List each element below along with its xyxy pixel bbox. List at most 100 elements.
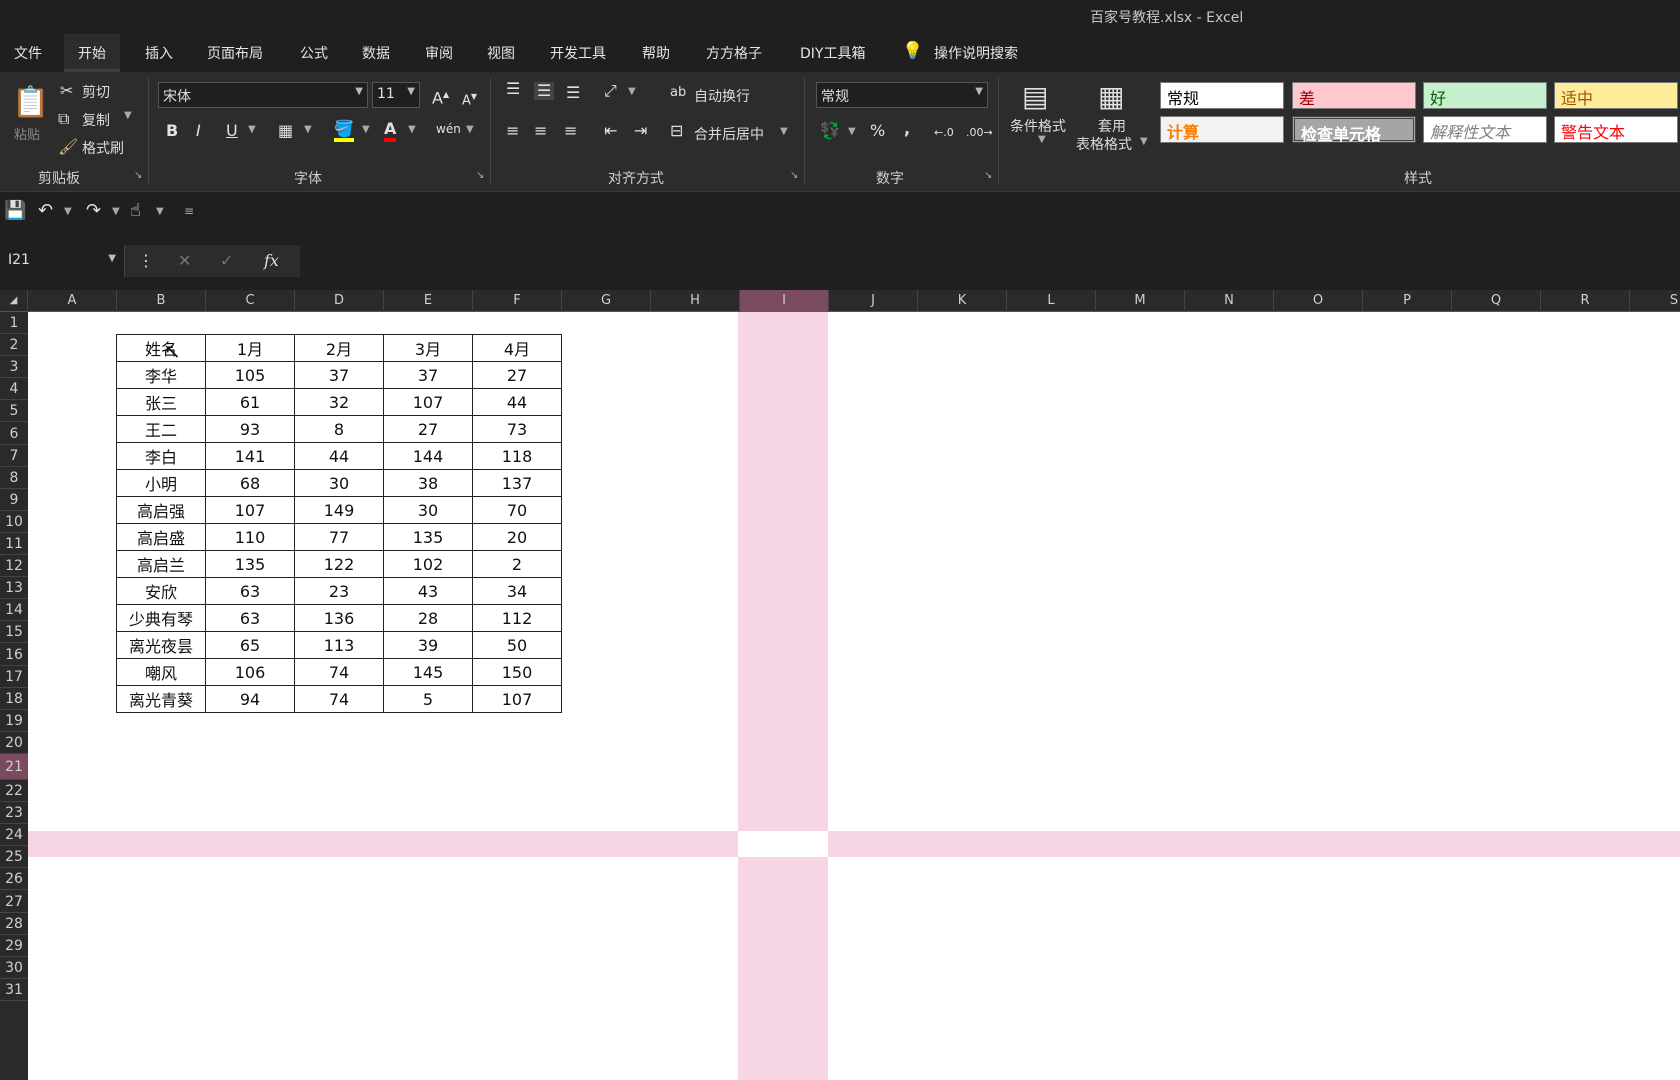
save-icon[interactable]: 💾: [4, 202, 26, 220]
table-cell-value[interactable]: 112: [472, 604, 562, 632]
column-header-a[interactable]: A: [28, 290, 117, 312]
copy-dropdown-icon[interactable]: ▼: [124, 110, 132, 121]
table-cell-value[interactable]: 39: [383, 631, 473, 659]
bold-button[interactable]: B: [166, 122, 178, 140]
row-header-13[interactable]: 13: [0, 577, 28, 600]
table-cell-value[interactable]: 141: [205, 442, 295, 470]
table-cell-value[interactable]: 105: [205, 361, 295, 389]
table-cell-value[interactable]: 27: [472, 361, 562, 389]
table-header-cell[interactable]: 3月: [383, 334, 473, 362]
table-cell-value[interactable]: 27: [383, 415, 473, 443]
font-size-select[interactable]: 11 ▼: [372, 82, 420, 108]
table-cell-name[interactable]: 离光青葵: [116, 685, 206, 713]
table-cell-value[interactable]: 50: [472, 631, 562, 659]
row-header-28[interactable]: 28: [0, 913, 28, 935]
borders-icon[interactable]: ▦: [278, 122, 293, 140]
table-header-cell[interactable]: 2月: [294, 334, 384, 362]
align-bottom-icon[interactable]: ☰: [566, 84, 580, 102]
table-format-button[interactable]: 表格格式: [1076, 134, 1132, 154]
row-header-29[interactable]: 29: [0, 935, 28, 957]
table-header-cell[interactable]: 1月: [205, 334, 295, 362]
table-cell-name[interactable]: 李华: [116, 361, 206, 389]
table-cell-value[interactable]: 70: [472, 496, 562, 524]
clipboard-launcher-icon[interactable]: ↘: [134, 170, 142, 181]
percent-button[interactable]: %: [870, 122, 885, 140]
table-cell-value[interactable]: 94: [205, 685, 295, 713]
redo-dropdown-icon[interactable]: ▼: [112, 206, 120, 217]
row-header-21[interactable]: 21: [0, 754, 28, 780]
merge-dropdown-icon[interactable]: ▼: [780, 126, 788, 137]
table-cell-name[interactable]: 高启兰: [116, 550, 206, 578]
table-cell-value[interactable]: 32: [294, 388, 384, 416]
table-cell-name[interactable]: 王二: [116, 415, 206, 443]
table-cell-value[interactable]: 38: [383, 469, 473, 497]
row-header-25[interactable]: 25: [0, 846, 28, 869]
undo-icon[interactable]: ↶: [38, 202, 53, 220]
tab-help[interactable]: 帮助: [642, 43, 670, 63]
touch-mode-icon[interactable]: ☝: [130, 202, 141, 220]
tab-view[interactable]: 视图: [487, 43, 515, 63]
column-header-l[interactable]: L: [1007, 290, 1096, 312]
table-cell-value[interactable]: 44: [472, 388, 562, 416]
align-top-icon[interactable]: ☰: [506, 80, 520, 98]
table-cell-value[interactable]: 107: [205, 496, 295, 524]
table-cell-value[interactable]: 145: [383, 658, 473, 686]
row-header-5[interactable]: 5: [0, 400, 28, 423]
column-header-f[interactable]: F: [473, 290, 562, 312]
row-header-17[interactable]: 17: [0, 666, 28, 688]
paste-icon[interactable]: 📋: [12, 86, 49, 120]
increase-font-icon[interactable]: A▲: [432, 86, 449, 107]
tab-review[interactable]: 审阅: [425, 43, 453, 63]
column-header-m[interactable]: M: [1096, 290, 1185, 312]
align-middle-icon[interactable]: ☰: [534, 82, 555, 100]
italic-button[interactable]: I: [196, 122, 201, 140]
row-header-9[interactable]: 9: [0, 489, 28, 511]
style-normal[interactable]: 常规: [1160, 82, 1284, 109]
table-cell-value[interactable]: 106: [205, 658, 295, 686]
column-header-n[interactable]: N: [1185, 290, 1274, 312]
table-cell-value[interactable]: 61: [205, 388, 295, 416]
table-cell-value[interactable]: 37: [294, 361, 384, 389]
tab-home[interactable]: 开始: [64, 34, 120, 72]
column-header-e[interactable]: E: [384, 290, 473, 312]
table-cell-value[interactable]: 107: [383, 388, 473, 416]
column-header-q[interactable]: Q: [1452, 290, 1541, 312]
table-cell-name[interactable]: 高启盛: [116, 523, 206, 551]
align-center-icon[interactable]: ≡: [534, 122, 547, 140]
merge-center-button[interactable]: 合并后居中: [694, 124, 764, 144]
table-cell-value[interactable]: 135: [383, 523, 473, 551]
cancel-icon[interactable]: ✕: [178, 252, 191, 270]
align-left-icon[interactable]: ≡: [506, 122, 519, 140]
row-header-4[interactable]: 4: [0, 378, 28, 401]
undo-dropdown-icon[interactable]: ▼: [64, 206, 72, 217]
table-cell-value[interactable]: 77: [294, 523, 384, 551]
phonetic-icon[interactable]: wén: [436, 120, 461, 138]
name-box[interactable]: I21 ▼: [0, 245, 125, 277]
comma-button[interactable]: ,: [904, 120, 910, 138]
table-cell-value[interactable]: 2: [472, 550, 562, 578]
row-header-19[interactable]: 19: [0, 710, 28, 732]
table-cell-value[interactable]: 102: [383, 550, 473, 578]
row-header-26[interactable]: 26: [0, 868, 28, 891]
row-header-7[interactable]: 7: [0, 445, 28, 467]
table-format-dropdown-icon[interactable]: ▼: [1140, 136, 1148, 147]
table-cell-value[interactable]: 30: [294, 469, 384, 497]
table-cell-name[interactable]: 高启强: [116, 496, 206, 524]
table-cell-value[interactable]: 136: [294, 604, 384, 632]
tab-ffcell[interactable]: 方方格子: [706, 43, 762, 63]
row-header-6[interactable]: 6: [0, 423, 28, 445]
conditional-dropdown-icon[interactable]: ▼: [1038, 134, 1046, 145]
touch-dropdown-icon[interactable]: ▼: [156, 206, 164, 217]
column-header-r[interactable]: R: [1541, 290, 1630, 312]
table-cell-value[interactable]: 113: [294, 631, 384, 659]
orientation-icon[interactable]: ⤢: [604, 82, 617, 100]
row-header-8[interactable]: 8: [0, 467, 28, 489]
tab-diy-toolbox[interactable]: DIY工具箱: [800, 43, 865, 63]
align-right-icon[interactable]: ≡: [564, 122, 577, 140]
style-check-cell[interactable]: 检查单元格: [1292, 116, 1416, 144]
table-format-label-1[interactable]: 套用: [1098, 116, 1126, 136]
style-neutral[interactable]: 适中: [1554, 82, 1678, 109]
table-cell-value[interactable]: 23: [294, 577, 384, 605]
table-cell-value[interactable]: 30: [383, 496, 473, 524]
style-bad[interactable]: 差: [1292, 82, 1416, 109]
